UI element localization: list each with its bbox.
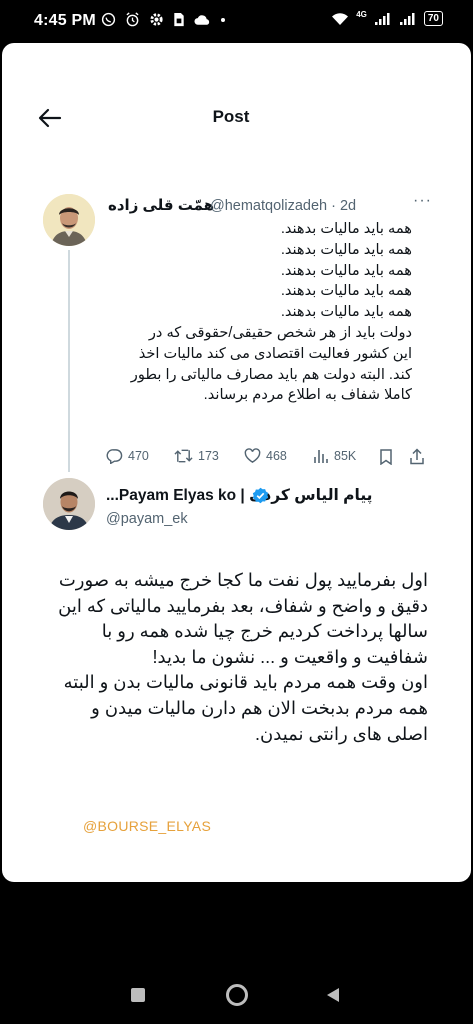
tweet-line: همه باید مالیات بدهند. — [280, 283, 412, 300]
cloud-icon — [194, 15, 210, 25]
signal-icon — [374, 12, 390, 25]
reply-button[interactable]: 470 — [106, 448, 149, 464]
tweet-line: همه باید مالیات بدهند. — [280, 221, 412, 237]
sim-icon — [174, 12, 184, 27]
reply-icon — [106, 449, 123, 464]
tweet-line: دولت باید از هر شخص حقیقی/حقوقی که در — [148, 324, 412, 341]
alarm-icon — [126, 12, 139, 27]
author-handle[interactable]: @payam_ek — [106, 511, 188, 527]
tweet-line: همه باید مالیات بدهند. — [280, 304, 412, 321]
tweet-line: اصلی های رانتی نمیدن. — [255, 723, 428, 744]
person-photo-icon — [43, 478, 95, 530]
bookmark-icon[interactable] — [379, 449, 393, 465]
author-name[interactable]: همّت قلی زاده — [108, 196, 214, 214]
views-chart-icon — [314, 450, 328, 463]
tweet-line: دقیق و واضح و شفاف، بعد بفرمایید مالیاتی… — [58, 595, 428, 616]
recents-button[interactable] — [130, 987, 146, 1003]
verified-badge-icon — [252, 487, 269, 504]
back-button[interactable] — [325, 987, 341, 1003]
reply-count: 470 — [128, 449, 149, 463]
settings-icon — [150, 13, 163, 26]
like-count: 468 — [266, 449, 287, 463]
post-card: Post همّت قلی زاده @hematqolizadeh · 2d … — [26, 98, 436, 834]
tweet1-actions: 470 173 468 85K — [106, 448, 428, 468]
tweet-line: این کشور فعالیت اقتصادی می کند مالیات اخ… — [138, 345, 412, 362]
tweet-line: کاملا شفاف به اطلاع مردم برساند. — [203, 387, 412, 404]
post-header: Post — [26, 98, 436, 138]
tweet-line: سالها پرداخت کردیم خرج چیا شده همه رو با — [101, 621, 428, 642]
views-button[interactable]: 85K — [313, 448, 356, 464]
status-time: 4:45 PM — [34, 12, 96, 29]
tweet-line: اول بفرمایید پول نفت ما کجا خرج میشه به … — [58, 570, 428, 590]
repost-count: 173 — [198, 449, 219, 463]
share-icon[interactable] — [409, 448, 425, 465]
dot-icon — [221, 17, 225, 22]
signal-icon-2 — [399, 12, 415, 25]
screenshot-sheet: Post همّت قلی زاده @hematqolizadeh · 2d … — [2, 43, 471, 882]
status-icons-right: 4G 70 — [331, 10, 443, 26]
views-count: 85K — [334, 449, 357, 463]
watermark-text: @BOURSE_ELYAS — [83, 818, 212, 834]
tweet1-text: همه باید مالیات بدهند. همه باید مالیات ب… — [106, 219, 412, 406]
author-handle[interactable]: @hematqolizadeh · 2d — [210, 198, 356, 214]
status-bar: 4:45 PM 4G 70 — [0, 0, 473, 42]
wifi-icon — [332, 12, 349, 25]
avatar[interactable] — [43, 478, 95, 530]
tweet-line: اون وقت همه مردم باید قانونی مالیات بدن … — [63, 672, 428, 693]
heart-icon — [244, 448, 261, 463]
author-name[interactable]: پیام الیاس کردی | Payam Elyas ko... — [106, 486, 373, 505]
person-photo-icon — [43, 194, 95, 246]
whatsapp-icon — [101, 12, 116, 27]
tweet-line: شفافیت و واقعیت و ... نشون ما بدید! — [152, 646, 429, 667]
home-button[interactable] — [225, 983, 249, 1007]
more-icon[interactable]: ··· — [413, 192, 432, 210]
battery-icon: 70 — [423, 11, 443, 26]
tweet-line: همه مردم بدبخت الان هم دارن مالیات میدن … — [91, 697, 428, 718]
system-nav-bar — [0, 960, 473, 1024]
avatar[interactable] — [43, 194, 95, 246]
network-type: 4G — [356, 10, 367, 19]
tweet1-header: همّت قلی زاده @hematqolizadeh · 2d ··· — [106, 192, 434, 218]
status-icons-left — [101, 12, 226, 27]
tweet-line: کند. البته دولت هم باید مصارف مالیاتی را… — [130, 366, 412, 383]
repost-icon — [174, 449, 193, 463]
tweet-line: همه باید مالیات بدهند. — [280, 241, 412, 258]
page-title: Post — [212, 107, 250, 126]
like-button[interactable]: 468 — [244, 448, 287, 464]
thread-line — [68, 250, 70, 472]
repost-button[interactable]: 173 — [174, 448, 219, 464]
tweet2-text: اول بفرمایید پول نفت ما کجا خرج میشه به … — [30, 568, 428, 747]
tweet-line: همه باید مالیات بدهند. — [280, 262, 412, 279]
